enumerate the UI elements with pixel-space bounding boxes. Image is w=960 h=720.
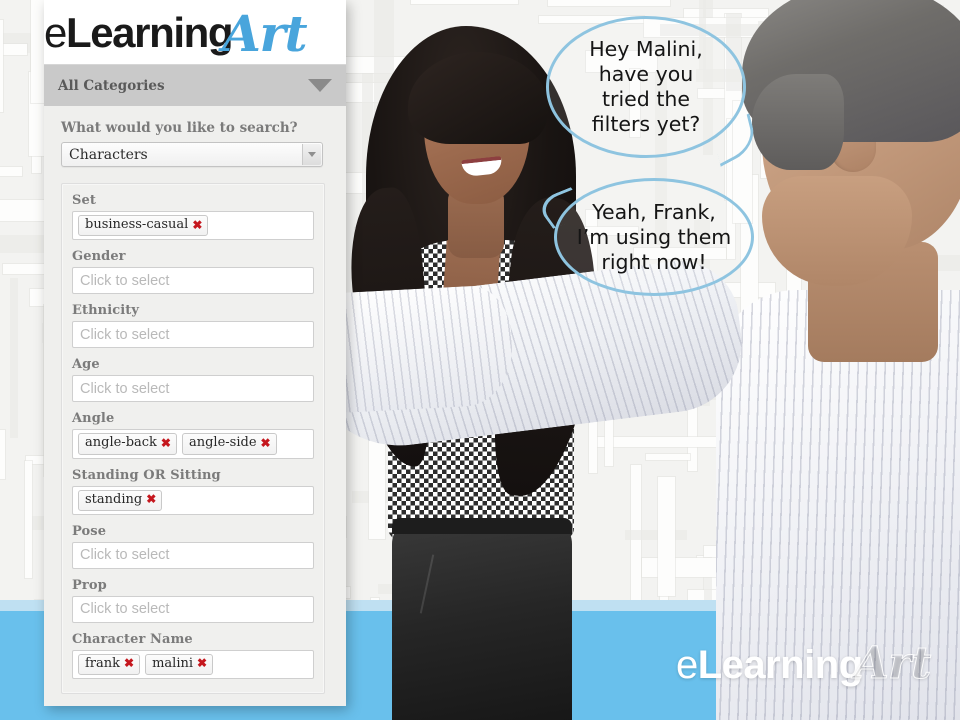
filter-input[interactable]: Click to select bbox=[72, 375, 314, 403]
filter-chip-label: angle-side bbox=[188, 435, 257, 451]
filter-character-name: Character Name frank ✖ malini ✖ bbox=[72, 632, 314, 679]
filter-label: Age bbox=[72, 357, 100, 373]
chevron-down-icon bbox=[308, 152, 316, 157]
filter-placeholder: Click to select bbox=[80, 547, 170, 564]
filter-chip[interactable]: angle-side ✖ bbox=[181, 433, 277, 455]
watermark-logo: eLearningArt bbox=[676, 638, 932, 690]
watermark-main: Learning bbox=[697, 643, 863, 687]
remove-chip-icon[interactable]: ✖ bbox=[161, 436, 171, 451]
remove-chip-icon[interactable]: ✖ bbox=[146, 492, 156, 507]
filter-label: Gender bbox=[72, 249, 126, 265]
search-type-dropdown-button[interactable] bbox=[302, 144, 321, 165]
search-type-value: Characters bbox=[69, 146, 148, 163]
filter-standing-or-sitting: Standing OR Sitting standing ✖ bbox=[72, 468, 314, 515]
filter-pose: Pose Click to select bbox=[72, 524, 314, 569]
remove-chip-icon[interactable]: ✖ bbox=[124, 656, 134, 671]
logo-accent: Art bbox=[222, 4, 307, 63]
filter-chip[interactable]: business-casual ✖ bbox=[78, 215, 209, 237]
chevron-down-icon bbox=[308, 79, 332, 92]
filter-chip[interactable]: malini ✖ bbox=[145, 653, 214, 675]
filter-label: Ethnicity bbox=[72, 303, 140, 319]
filter-chip-label: standing bbox=[85, 491, 143, 507]
filter-chip-label: business-casual bbox=[85, 217, 189, 232]
filter-label: Standing OR Sitting bbox=[72, 467, 221, 483]
speech-bubble-malini-text: Yeah, Frank, I’m using them right now! bbox=[576, 199, 732, 274]
filter-set: Set business-casual ✖ bbox=[72, 193, 314, 241]
filter-angle: Angle angle-back ✖ angle-side ✖ bbox=[72, 411, 314, 459]
watermark-accent: Art bbox=[854, 638, 932, 690]
filter-input[interactable]: angle-back ✖ angle-side ✖ bbox=[72, 429, 314, 459]
logo-bar: eLearningArt bbox=[44, 0, 346, 64]
search-type-block: What would you like to search? Character… bbox=[44, 106, 346, 173]
logo-prefix: e bbox=[44, 9, 67, 56]
filter-gender: Gender Click to select bbox=[72, 249, 314, 295]
filter-label: Pose bbox=[72, 523, 107, 539]
logo-main: Learning bbox=[65, 9, 234, 56]
filter-input[interactable]: Click to select bbox=[72, 595, 314, 623]
speech-bubble-frank: Hey Malini, have you tried the filters y… bbox=[546, 16, 760, 167]
remove-chip-icon[interactable]: ✖ bbox=[192, 218, 202, 233]
filter-prop: Prop Click to select bbox=[72, 578, 314, 623]
search-panel: eLearningArt All Categories What would y… bbox=[44, 0, 346, 706]
search-type-select[interactable]: Characters bbox=[61, 142, 323, 167]
all-categories-label: All Categories bbox=[58, 77, 165, 94]
filter-input[interactable]: frank ✖ malini ✖ bbox=[72, 649, 314, 679]
all-categories-dropdown[interactable]: All Categories bbox=[44, 64, 346, 106]
filter-label: Set bbox=[72, 193, 96, 208]
search-question-label: What would you like to search? bbox=[61, 120, 298, 136]
elearningart-logo[interactable]: eLearningArt bbox=[44, 5, 308, 59]
filter-chip-label: malini bbox=[152, 655, 194, 671]
filter-label: Character Name bbox=[72, 631, 193, 647]
filter-chip[interactable]: frank ✖ bbox=[78, 653, 141, 675]
remove-chip-icon[interactable]: ✖ bbox=[197, 656, 207, 671]
speech-bubble-malini: Yeah, Frank, I’m using them right now! bbox=[533, 178, 758, 306]
filter-placeholder: Click to select bbox=[80, 326, 170, 343]
malini-trousers bbox=[392, 518, 572, 720]
remove-chip-icon[interactable]: ✖ bbox=[261, 436, 271, 451]
frank-hair-side bbox=[752, 74, 844, 170]
filter-label: Prop bbox=[72, 577, 107, 593]
malini-waistband bbox=[392, 518, 572, 534]
filter-placeholder: Click to select bbox=[80, 272, 170, 289]
filter-chip-label: frank bbox=[85, 655, 121, 671]
filter-input[interactable]: Click to select bbox=[72, 267, 314, 295]
filter-chip[interactable]: angle-back ✖ bbox=[78, 433, 177, 455]
watermark-prefix: e bbox=[676, 643, 698, 687]
filter-label: Angle bbox=[72, 411, 115, 427]
filter-placeholder: Click to select bbox=[80, 380, 170, 397]
filter-input[interactable]: business-casual ✖ bbox=[72, 211, 314, 241]
filter-placeholder: Click to select bbox=[80, 601, 170, 618]
filter-ethnicity: Ethnicity Click to select bbox=[72, 303, 314, 349]
scene: Hey Malini, have you tried the filters y… bbox=[0, 0, 960, 720]
filter-age: Age Click to select bbox=[72, 357, 314, 403]
filters-panel: Set business-casual ✖ Gender Click to select… bbox=[61, 183, 325, 694]
speech-bubble-frank-text: Hey Malini, have you tried the filters y… bbox=[589, 37, 703, 136]
filter-input[interactable]: Click to select bbox=[72, 321, 314, 349]
filter-chip-label: angle-back bbox=[85, 435, 157, 451]
filter-chip[interactable]: standing ✖ bbox=[78, 489, 163, 511]
filter-input[interactable]: standing ✖ bbox=[72, 485, 314, 515]
speech-bubble-malini-body: Yeah, Frank, I’m using them right now! bbox=[554, 178, 754, 296]
filter-input[interactable]: Click to select bbox=[72, 541, 314, 569]
